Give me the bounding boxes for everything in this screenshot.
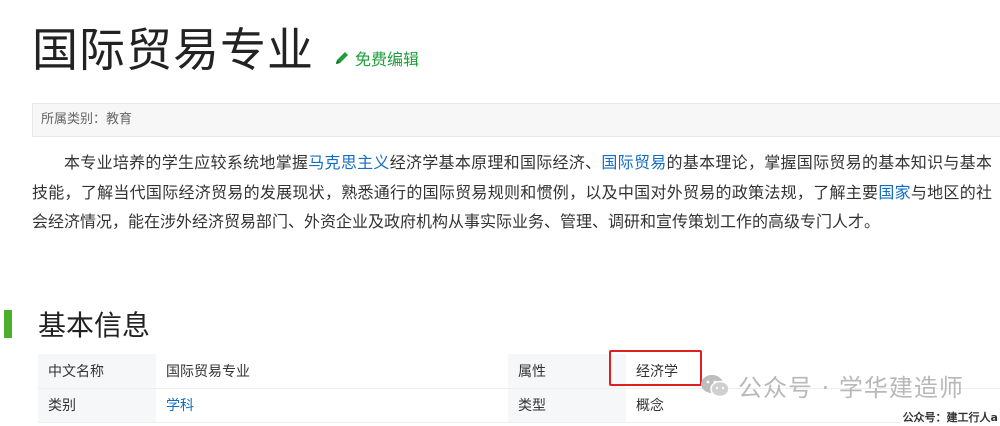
info-key: 类别 [38,388,156,423]
link-marxism[interactable]: 马克思主义 [308,153,389,172]
summary-text: 经济学基本原理和国际经济、 [389,153,602,172]
basic-info-heading: 基本信息 [0,304,150,344]
free-edit-link[interactable]: 免费编辑 [334,46,419,70]
red-highlight-box [609,350,702,386]
section-accent-bar [4,310,12,338]
category-bar: 所属类别：教育 [32,103,1000,137]
page-title: 国际贸易专业 [32,23,314,77]
info-key: 中文名称 [38,354,156,389]
summary-paragraph: 本专业培养的学生应较系统地掌握马克思主义经济学基本原理和国际经济、国际贸易的基本… [32,148,992,237]
category-label: 所属类别：教育 [41,112,133,127]
wechat-watermark: 公众号 · 学华建造师 [700,368,964,403]
title-row: 国际贸易专业 免费编辑 [32,22,419,78]
info-value-cell: 学科 [156,388,508,423]
summary-text: 本专业培养的学生应较系统地掌握 [64,153,309,172]
watermark-text: 公众号 · 学华建造师 [738,374,964,402]
info-key: 类型 [508,388,626,423]
free-edit-label: 免费编辑 [355,50,420,69]
link-country[interactable]: 国家 [878,183,911,202]
pencil-icon [336,52,348,64]
wechat-icon [701,374,730,397]
info-value: 国际贸易专业 [156,354,508,389]
link-international-trade[interactable]: 国际贸易 [601,153,666,172]
section-title: 基本信息 [38,309,151,342]
watermark-account: 公众号：建工行人a [900,409,1000,425]
link-discipline[interactable]: 学科 [166,398,194,414]
